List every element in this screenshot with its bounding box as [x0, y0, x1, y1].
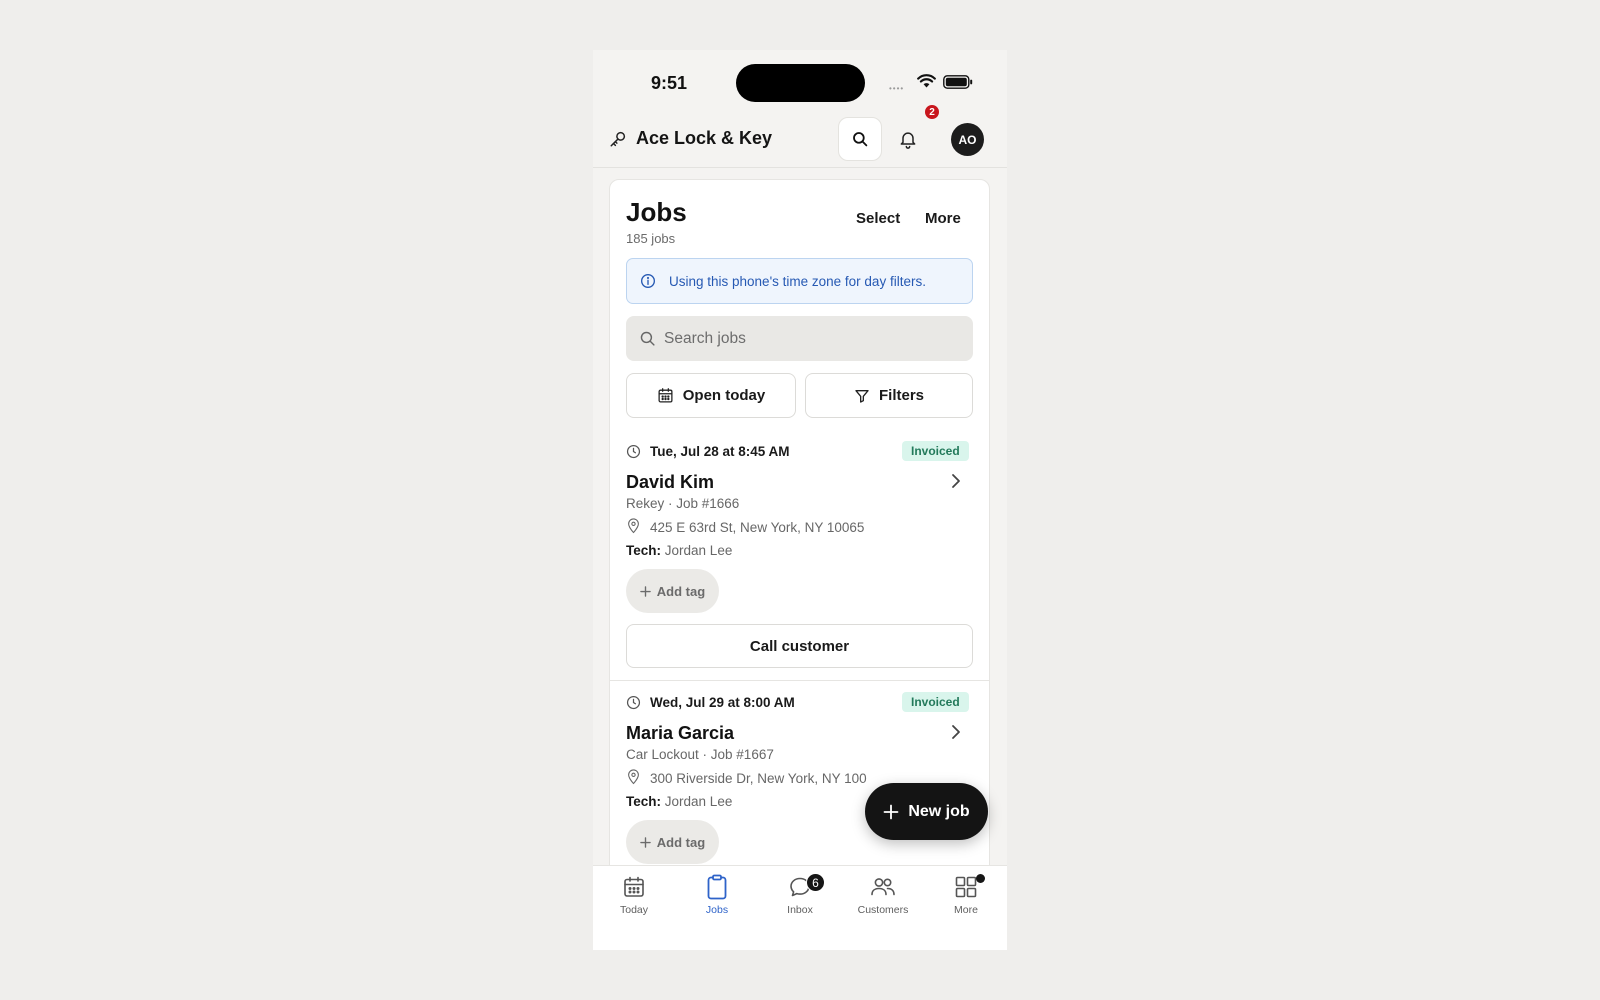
cellular-signal-icon: •••• — [889, 84, 905, 93]
tab-label: More — [954, 904, 978, 916]
tech-name: Jordan Lee — [664, 543, 733, 558]
key-icon — [610, 131, 626, 147]
search-jobs-input[interactable] — [664, 316, 964, 361]
bottom-tab-bar: Today Jobs 6 Inbox Customers More — [593, 865, 1007, 950]
tech-label: Tech: — [626, 794, 662, 809]
search-icon — [640, 331, 655, 346]
plus-icon — [640, 585, 651, 597]
notification-badge: 2 — [924, 104, 940, 120]
inbox-badge: 6 — [806, 873, 825, 892]
tab-customers[interactable]: Customers — [842, 872, 924, 916]
select-button[interactable]: Select — [856, 210, 900, 227]
chevron-right-icon[interactable] — [950, 473, 962, 489]
add-tag-label: Add tag — [656, 834, 706, 850]
tab-today[interactable]: Today — [593, 872, 675, 916]
tab-label: Inbox — [787, 904, 813, 916]
location-pin-icon — [628, 518, 639, 534]
chevron-right-icon[interactable] — [950, 724, 962, 740]
page-title: Jobs — [626, 197, 687, 227]
job-address: 425 E 63rd St, New York, NY 10065 — [650, 520, 865, 535]
notifications-button[interactable] — [893, 124, 923, 154]
customer-name: Maria Garcia — [626, 723, 735, 743]
job-tech: Tech: Jordan Lee — [626, 794, 732, 809]
calendar-icon — [658, 388, 673, 403]
clock-icon — [626, 695, 641, 710]
tab-jobs[interactable]: Jobs — [676, 872, 758, 916]
battery-icon — [943, 75, 973, 89]
add-tag-button[interactable]: Add tag — [626, 820, 719, 864]
tab-label: Jobs — [705, 904, 729, 916]
customer-name: David Kim — [626, 472, 715, 492]
more-button[interactable]: More — [925, 210, 961, 227]
job-service: Rekey · Job #1666 — [626, 496, 740, 511]
status-time: 9:51 — [651, 73, 688, 93]
people-icon — [871, 878, 895, 896]
tab-label: Today — [619, 904, 649, 916]
add-tag-label: Add tag — [656, 583, 706, 599]
app-header: Ace Lock & Key AO — [593, 112, 1007, 168]
user-avatar[interactable]: AO — [951, 123, 984, 156]
open-today-filter-button[interactable]: Open today — [626, 373, 796, 418]
job-tech: Tech: Jordan Lee — [626, 543, 732, 558]
new-job-label: New job — [908, 802, 970, 820]
tech-label: Tech: — [626, 543, 662, 558]
job-service: Car Lockout · Job #1667 — [626, 747, 774, 762]
tab-inbox[interactable]: 6 Inbox — [759, 872, 841, 916]
job-date: Tue, Jul 28 at 8:45 AM — [650, 444, 790, 459]
search-icon — [853, 132, 868, 147]
clock-icon — [626, 444, 641, 459]
location-pin-icon — [628, 769, 639, 785]
info-icon — [641, 274, 655, 288]
job-address: 300 Riverside Dr, New York, NY 100 — [650, 771, 867, 786]
clipboard-icon — [707, 874, 727, 900]
new-job-button[interactable]: New job — [865, 783, 988, 840]
phone-screen: 9:51 •••• Ace Lock & Key AO 2 Jobs 185 j… — [593, 50, 1007, 950]
tech-name: Jordan Lee — [664, 794, 733, 809]
job-date: Wed, Jul 29 at 8:00 AM — [650, 695, 795, 710]
filter-icon — [855, 389, 869, 403]
plus-icon — [640, 836, 651, 848]
info-banner-text: Using this phone's time zone for day fil… — [669, 274, 926, 289]
filters-label: Filters — [878, 387, 924, 404]
tab-label: Customers — [857, 904, 909, 916]
open-today-label: Open today — [682, 387, 766, 404]
search-jobs-field[interactable] — [626, 316, 973, 361]
search-button[interactable] — [838, 117, 882, 161]
bell-icon — [900, 132, 916, 149]
call-customer-button[interactable]: Call customer — [626, 624, 973, 668]
status-badge: Invoiced — [902, 441, 969, 461]
tab-more[interactable]: More — [925, 872, 1007, 916]
brand-name: Ace Lock & Key — [636, 128, 773, 148]
add-tag-button[interactable]: Add tag — [626, 569, 719, 613]
divider — [610, 680, 989, 681]
jobs-count: 185 jobs — [626, 231, 676, 246]
job-list-item[interactable]: Tue, Jul 28 at 8:45 AM Invoiced David Ki… — [610, 435, 989, 680]
plus-icon — [883, 804, 899, 819]
status-badge: Invoiced — [902, 692, 969, 712]
calendar-icon — [624, 876, 644, 897]
filters-button[interactable]: Filters — [805, 373, 973, 418]
wifi-icon — [917, 74, 936, 88]
dynamic-island — [736, 64, 865, 102]
more-indicator-dot — [976, 874, 985, 883]
grid-icon — [955, 876, 977, 898]
timezone-info-banner: Using this phone's time zone for day fil… — [626, 258, 973, 304]
